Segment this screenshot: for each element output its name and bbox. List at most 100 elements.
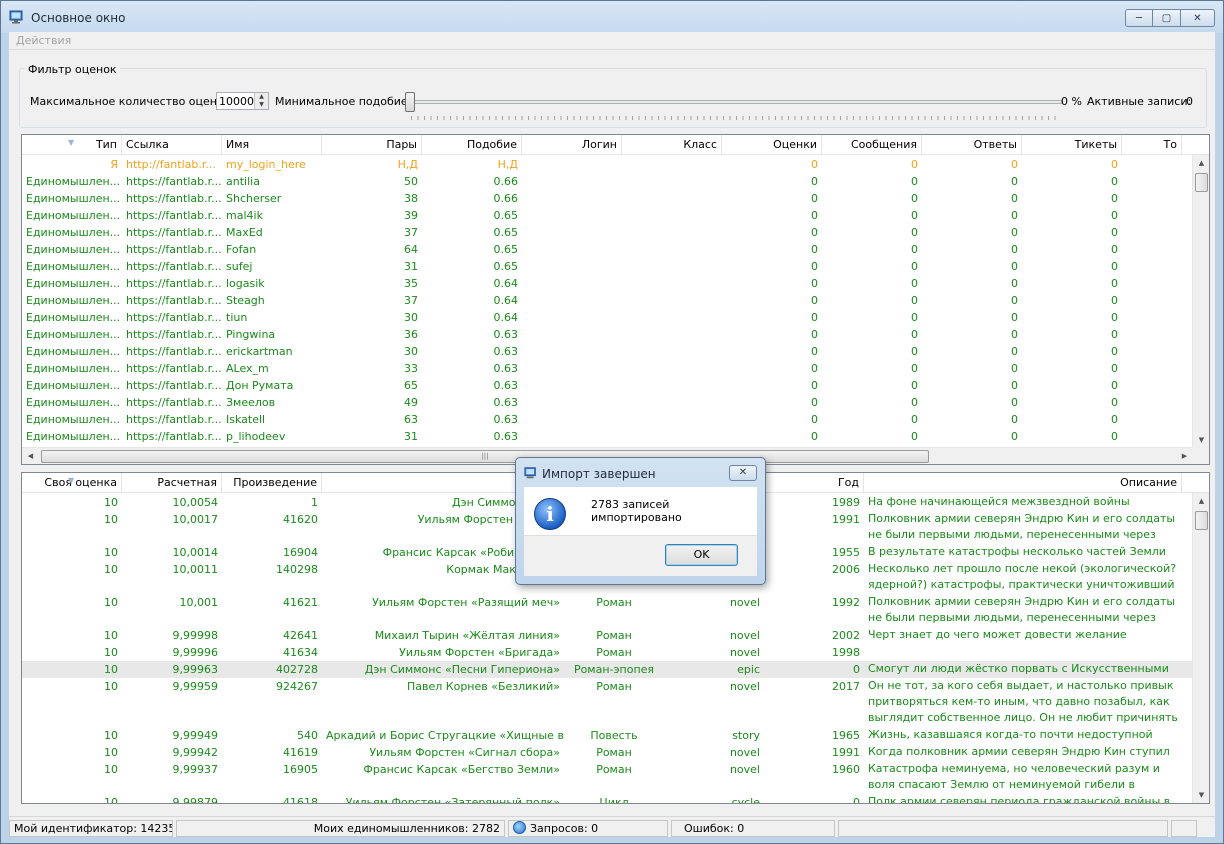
- table-cell: На фоне начинающейся межзвездной войны ч…: [868, 495, 1130, 508]
- table-cell: 0: [1011, 413, 1018, 426]
- minimize-button[interactable]: ─: [1125, 9, 1153, 27]
- table-row[interactable]: Единомышлен... https://fantlab.r... p_liho…: [22, 428, 1193, 445]
- ok-button[interactable]: OK: [665, 544, 738, 566]
- table-cell: 0: [811, 294, 818, 307]
- table-row[interactable]: Единомышлен... https://fantlab.r... ALex_m…: [22, 360, 1193, 377]
- table-row[interactable]: 10 9,99959 924267 Павел Корнев «Безликий» Ро…: [22, 678, 1193, 727]
- title-bar[interactable]: Основное окно ─ ▢ ✕: [1, 1, 1223, 33]
- scroll-left-icon[interactable]: ◀: [22, 448, 39, 464]
- max-ratings-input[interactable]: [217, 93, 255, 109]
- table-cell: 16905: [283, 763, 318, 776]
- users-col-header[interactable]: Пары: [322, 135, 422, 155]
- users-col-header[interactable]: Логин: [522, 135, 622, 155]
- users-vscroll[interactable]: ▲ ▼: [1192, 155, 1209, 449]
- table-cell: Роман: [596, 596, 632, 609]
- app-icon: [9, 10, 23, 24]
- table-row[interactable]: Единомышлен... https://fantlab.r... Pingwi…: [22, 326, 1193, 343]
- table-cell: [1122, 360, 1182, 377]
- users-col-header[interactable]: То: [1122, 135, 1182, 155]
- table-row[interactable]: 10 9,99996 41634 Уильям Форстен «Бригада» Ро…: [22, 644, 1193, 661]
- table-cell: 1: [311, 496, 318, 509]
- table-cell: 0: [1111, 379, 1118, 392]
- spin-down-icon[interactable]: ▼: [255, 101, 268, 109]
- works-col-header[interactable]: Своя оценка ▼: [22, 473, 122, 493]
- scroll-up-icon[interactable]: ▲: [1193, 155, 1209, 172]
- table-row[interactable]: 10 10,001 41621 Уильям Форстен «Разящий меч…: [22, 594, 1193, 627]
- close-button[interactable]: ✕: [1181, 9, 1215, 27]
- users-col-header[interactable]: Имя: [222, 135, 322, 155]
- table-row[interactable]: Единомышлен... https://fantlab.r... Fofan 6…: [22, 241, 1193, 258]
- works-col-header[interactable]: Описание: [864, 473, 1182, 493]
- table-row[interactable]: Единомышлен... https://fantlab.r... Дон Ру…: [22, 377, 1193, 394]
- users-hscroll-thumb[interactable]: |||: [41, 450, 929, 463]
- table-row[interactable]: Яhttp://fantlab.r... my_login_here Н,Д Н,Д 0…: [22, 156, 1193, 173]
- active-records-value: 0: [1186, 95, 1193, 108]
- table-row[interactable]: 10 9,99963 402728 Дэн Симмонс «Песни Гипери…: [22, 661, 1193, 678]
- users-vscroll-thumb[interactable]: [1195, 173, 1208, 192]
- similarity-slider-thumb[interactable]: [405, 92, 415, 112]
- table-cell: Я: [110, 158, 118, 171]
- table-row[interactable]: 10 9,99942 41619 Уильям Форстен «Сигнал сбо…: [22, 744, 1193, 761]
- table-row[interactable]: Единомышлен... https://fantlab.r... Steagh…: [22, 292, 1193, 309]
- table-row[interactable]: Единомышлен... https://fantlab.r... Shcher…: [22, 190, 1193, 207]
- scroll-right-icon[interactable]: ▶: [1176, 448, 1193, 464]
- table-cell: 16904: [283, 546, 318, 559]
- maximize-button[interactable]: ▢: [1153, 9, 1181, 27]
- table-cell: 0: [1011, 345, 1018, 358]
- table-row[interactable]: 10 9,99879 41618 Уильям Форстен «Затерянный…: [22, 794, 1193, 804]
- users-col-header[interactable]: Подобие: [422, 135, 522, 155]
- works-vscroll[interactable]: ▲ ▼: [1192, 493, 1209, 803]
- works-vscroll-thumb[interactable]: [1195, 511, 1208, 530]
- table-cell: 42641: [283, 629, 318, 642]
- table-cell: [1122, 394, 1182, 411]
- table-cell: 0: [911, 396, 918, 409]
- table-cell: 30: [404, 311, 418, 324]
- works-col-header[interactable]: Расчетная: [122, 473, 222, 493]
- table-row[interactable]: 10 9,99949 540 Аркадий и Борис Стругацкие «…: [22, 727, 1193, 744]
- table-row[interactable]: 10 9,99937 16905 Франсис Карсак «Бегство Зе…: [22, 761, 1193, 794]
- users-grid[interactable]: Тип ▼ Ссылка Имя Пары Подобие Логин Класс Оценки…: [21, 134, 1210, 465]
- table-row[interactable]: Единомышлен... https://fantlab.r... antili…: [22, 173, 1193, 190]
- table-cell: 65: [404, 379, 418, 392]
- works-col-header[interactable]: Год: [764, 473, 864, 493]
- table-cell: 0: [1011, 311, 1018, 324]
- users-col-header[interactable]: Оценки: [722, 135, 822, 155]
- menu-actions[interactable]: Действия: [16, 34, 71, 47]
- table-cell: 0: [911, 379, 918, 392]
- works-col-header[interactable]: Произведение: [222, 473, 322, 493]
- table-cell: 0: [911, 430, 918, 443]
- table-row[interactable]: Единомышлен... https://fantlab.r... mal4ik…: [22, 207, 1193, 224]
- table-cell: 0.63: [493, 413, 519, 426]
- table-cell: 0: [911, 413, 918, 426]
- table-cell: 0: [811, 430, 818, 443]
- users-col-header[interactable]: Сообщения: [822, 135, 922, 155]
- table-row[interactable]: Единомышлен... https://fantlab.r... ericka…: [22, 343, 1193, 360]
- table-row[interactable]: Единомышлен... https://fantlab.r... Iskate…: [22, 411, 1193, 428]
- similarity-slider-track[interactable]: [409, 100, 1062, 104]
- table-row[interactable]: Единомышлен... https://fantlab.r... logasi…: [22, 275, 1193, 292]
- users-col-header[interactable]: Ссылка: [122, 135, 222, 155]
- users-col-header[interactable]: Тип ▼: [22, 135, 122, 155]
- table-row[interactable]: Единомышлен... https://fantlab.r... tiun 30…: [22, 309, 1193, 326]
- table-row[interactable]: Единомышлен... https://fantlab.r... sufej 3…: [22, 258, 1193, 275]
- dialog-close-button[interactable]: ✕: [729, 465, 757, 481]
- status-errors: Ошибок: 0: [684, 822, 745, 835]
- table-cell: 0: [1011, 379, 1018, 392]
- users-col-header[interactable]: Класс: [622, 135, 722, 155]
- scroll-down-icon[interactable]: ▼: [1193, 787, 1209, 803]
- table-row[interactable]: Единомышлен... https://fantlab.r... Змеело…: [22, 394, 1193, 411]
- table-row[interactable]: Единомышлен... https://fantlab.r... MaxEd 3…: [22, 224, 1193, 241]
- scroll-up-icon[interactable]: ▲: [1193, 493, 1209, 510]
- table-cell: [622, 411, 722, 428]
- table-cell: 402728: [276, 663, 318, 676]
- max-ratings-spinner[interactable]: ▲ ▼: [216, 92, 269, 110]
- table-cell: [522, 173, 622, 190]
- spin-up-icon[interactable]: ▲: [255, 93, 268, 101]
- table-row[interactable]: 10 9,99998 42641 Михаил Тырин «Жёлтая линия…: [22, 627, 1193, 644]
- users-col-header[interactable]: Тикеты: [1022, 135, 1122, 155]
- table-cell: Полк армии северян периода гражданской в…: [868, 795, 1171, 804]
- table-cell: novel: [729, 746, 760, 759]
- table-cell: https://fantlab.r...: [126, 362, 222, 375]
- table-cell: 10: [104, 513, 118, 526]
- users-col-header[interactable]: Ответы: [922, 135, 1022, 155]
